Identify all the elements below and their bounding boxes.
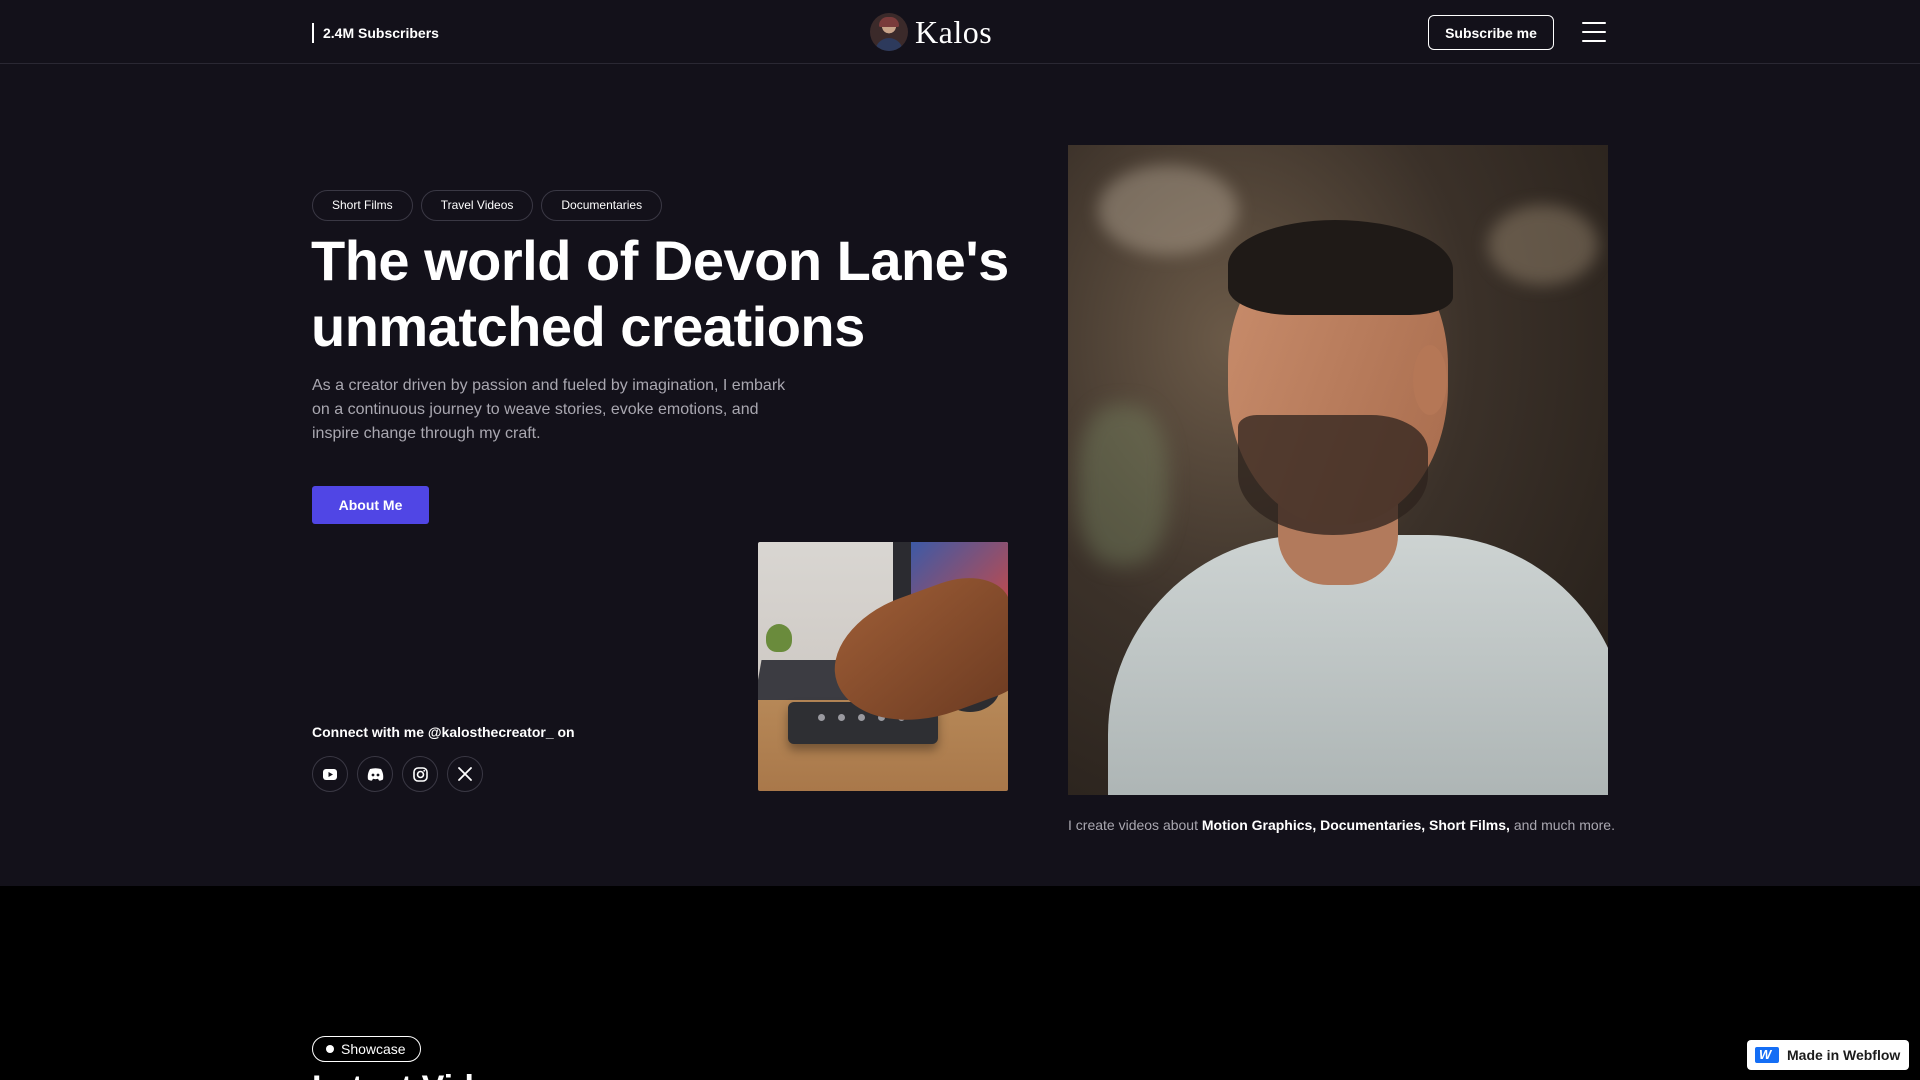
hero-title-line-2: unmatched creations (311, 295, 865, 358)
hero-title: The world of Devon Lane's unmatched crea… (311, 228, 1011, 360)
caption-prefix: I create videos about (1068, 817, 1198, 833)
discord-link[interactable] (357, 756, 393, 792)
page: 2.4M Subscribers Kalos Subscribe me Shor… (0, 0, 1920, 1080)
caption-suffix: and much more. (1513, 817, 1615, 833)
tag-documentaries[interactable]: Documentaries (541, 190, 663, 221)
webflow-badge-label: Made in Webflow (1787, 1047, 1901, 1063)
brand-name: Kalos (915, 13, 993, 50)
x-link[interactable] (447, 756, 483, 792)
hero-description: As a creator driven by passion and fuele… (312, 377, 786, 442)
creator-portrait-photo (1068, 145, 1608, 795)
youtube-icon (323, 768, 337, 780)
category-tags: Short Films Travel Videos Documentaries (312, 190, 663, 221)
discord-icon (367, 767, 383, 781)
hamburger-menu-icon[interactable] (1582, 21, 1606, 43)
site-header: 2.4M Subscribers Kalos Subscribe me (0, 0, 1920, 64)
instagram-icon (412, 766, 428, 782)
subscribe-button[interactable]: Subscribe me (1428, 15, 1554, 50)
social-links (312, 756, 483, 792)
webflow-logo-icon (1755, 1047, 1779, 1063)
showcase-section (0, 886, 1920, 1080)
topics-caption: I create videos about Motion Graphics, D… (1068, 817, 1615, 833)
showcase-badge: Showcase (312, 1036, 421, 1062)
x-icon (458, 767, 472, 781)
hero-title-line-1: The world of Devon Lane's (311, 229, 1009, 292)
connect-text: Connect with me @kalosthecreator_ on (312, 724, 575, 740)
instagram-link[interactable] (402, 756, 438, 792)
youtube-link[interactable] (312, 756, 348, 792)
tag-short-films[interactable]: Short Films (312, 190, 413, 221)
subscriber-count: 2.4M Subscribers (312, 23, 439, 43)
showcase-heading: Latest Videos (312, 1068, 532, 1080)
brand-logo-link[interactable]: Kalos (870, 13, 992, 51)
about-me-button[interactable]: About Me (312, 486, 429, 524)
brand-avatar (870, 13, 908, 51)
made-in-webflow-badge[interactable]: Made in Webflow (1747, 1040, 1909, 1070)
caption-topics: Motion Graphics, Documentaries, Short Fi… (1201, 817, 1510, 833)
device-photo (758, 542, 1008, 791)
tag-travel-videos[interactable]: Travel Videos (420, 190, 534, 221)
